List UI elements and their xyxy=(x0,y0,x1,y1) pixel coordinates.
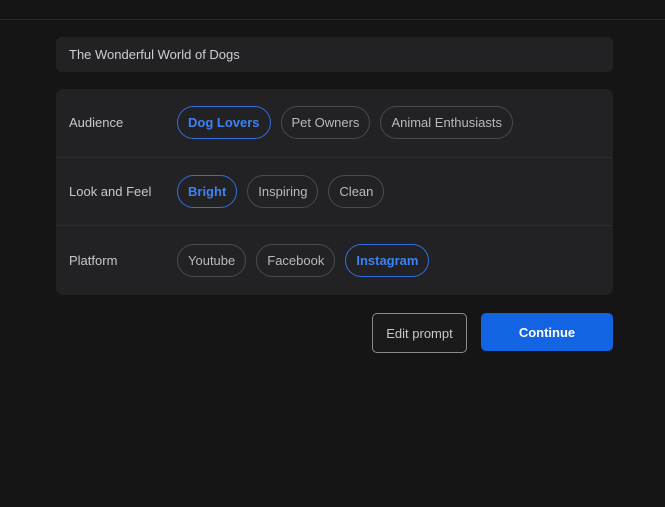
chip-facebook[interactable]: Facebook xyxy=(256,244,336,278)
chip-inspiring[interactable]: Inspiring xyxy=(247,174,319,208)
prompt-display: The Wonderful World of Dogs xyxy=(56,37,613,72)
edit-prompt-button[interactable]: Edit prompt xyxy=(372,313,467,353)
option-row-audience: Audience Dog Lovers Pet Owners Animal En… xyxy=(56,89,613,158)
top-bar xyxy=(0,0,665,20)
option-row-look-and-feel: Look and Feel Bright Inspiring Clean xyxy=(56,158,613,227)
chip-group-audience: Dog Lovers Pet Owners Animal Enthusiasts xyxy=(177,106,513,140)
continue-button[interactable]: Continue xyxy=(481,313,613,351)
option-label: Platform xyxy=(69,253,118,269)
chip-group-platform: Youtube Facebook Instagram xyxy=(177,244,430,278)
prompt-text: The Wonderful World of Dogs xyxy=(69,47,240,62)
chip-pet-owners[interactable]: Pet Owners xyxy=(280,106,371,140)
chip-bright[interactable]: Bright xyxy=(177,174,238,208)
options-card: Audience Dog Lovers Pet Owners Animal En… xyxy=(56,89,613,295)
chip-dog-lovers[interactable]: Dog Lovers xyxy=(177,106,271,140)
chip-instagram[interactable]: Instagram xyxy=(345,244,430,278)
option-label: Look and Feel xyxy=(69,183,152,199)
chip-youtube[interactable]: Youtube xyxy=(177,244,247,278)
chip-clean[interactable]: Clean xyxy=(328,174,385,208)
chip-group-look-and-feel: Bright Inspiring Clean xyxy=(177,174,385,208)
option-label: Audience xyxy=(69,115,124,131)
option-row-platform: Platform Youtube Facebook Instagram xyxy=(56,226,613,295)
chip-animal-enthusiasts[interactable]: Animal Enthusiasts xyxy=(380,106,513,140)
